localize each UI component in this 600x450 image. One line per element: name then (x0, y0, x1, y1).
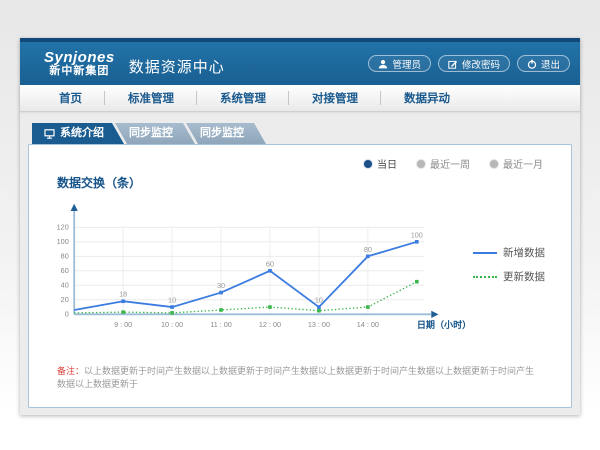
filter-radio-today[interactable]: 当日 (364, 156, 397, 171)
user-icon (378, 59, 388, 69)
svg-text:100: 100 (411, 230, 423, 239)
main-panel: 当日 最近一周 最近一月 数据交换（条） 0 20 40 60 80 100 120 9 : 00… (28, 144, 572, 408)
nav-item-label: 首页 (59, 90, 82, 106)
logout-button[interactable]: 退出 (517, 55, 570, 72)
nav-item-label: 数据异动 (404, 90, 450, 106)
nav-item-system-management[interactable]: 系统管理 (197, 85, 289, 111)
chart-area: 0 20 40 60 80 100 120 9 : 00 10 : 00 11 : 00 12 : … (29, 193, 571, 345)
action-label: 管理员 (392, 57, 421, 71)
action-label: 修改密码 (462, 57, 500, 71)
legend-swatch (473, 276, 497, 278)
tab-bar: 系统介绍 同步监控 同步监控 (28, 123, 572, 144)
brand-logo[interactable]: Synjones 新中新集团 (44, 50, 115, 77)
legend-item-1[interactable]: 更新数据 (473, 269, 567, 284)
nav-item-data-change[interactable]: 数据异动 (381, 85, 473, 111)
radio-icon (490, 160, 498, 168)
legend-label: 更新数据 (503, 269, 545, 284)
admin-user-button[interactable]: 管理员 (368, 55, 431, 72)
svg-text:60: 60 (61, 266, 69, 275)
action-label: 退出 (541, 57, 560, 71)
main-nav: 首页 标准管理 系统管理 对接管理 数据异动 (20, 85, 580, 112)
logo-subtext: 新中新集团 (44, 66, 115, 78)
legend-swatch (473, 252, 497, 254)
svg-text:120: 120 (57, 223, 69, 232)
browser-page: Synjones 新中新集团 数据资源中心 管理员修改密码退出 首页标准管理系统… (20, 38, 580, 415)
tab-system-intro[interactable]: 系统介绍 (32, 123, 124, 144)
filter-radio-last-week[interactable]: 最近一周 (417, 156, 470, 171)
nav-item-label: 标准管理 (128, 90, 174, 106)
content-area: 系统介绍 同步监控 同步监控 当日 最近一周 最近一月 数据交换（条） 0 20 40 60 8… (20, 112, 580, 408)
time-filter-group: 当日 最近一周 最近一月 (29, 145, 571, 171)
logo-text: Synjones (44, 50, 115, 66)
tab-label: 同步监控 (129, 123, 173, 144)
nav-item-home[interactable]: 首页 (36, 85, 105, 111)
app-header: Synjones 新中新集团 数据资源中心 管理员 修改密码 退出 (20, 38, 580, 85)
svg-text:100: 100 (57, 237, 69, 246)
change-password-button[interactable]: 修改密码 (438, 55, 510, 72)
svg-text:9 : 00: 9 : 00 (114, 320, 132, 329)
filter-radio-last-month[interactable]: 最近一月 (490, 156, 543, 171)
footnote: 备注：以上数据更新于时间产生数据以上数据更新于时间产生数据以上数据更新于时间产生… (57, 365, 543, 390)
legend-label: 新增数据 (503, 245, 545, 260)
svg-text:0: 0 (65, 310, 69, 319)
radio-label: 最近一周 (430, 156, 470, 171)
svg-text:10: 10 (315, 296, 323, 305)
nav-item-standard-management[interactable]: 标准管理 (105, 85, 197, 111)
tab-sync-monitor-1[interactable]: 同步监控 (115, 123, 195, 144)
radio-icon (417, 160, 425, 168)
svg-text:20: 20 (61, 295, 69, 304)
svg-text:60: 60 (266, 259, 274, 268)
svg-text:40: 40 (61, 281, 69, 290)
svg-text:12 : 00: 12 : 00 (259, 320, 281, 329)
chart-legend: 新增数据更新数据 (473, 193, 567, 345)
nav-item-docking-management[interactable]: 对接管理 (289, 85, 381, 111)
tab-label: 系统介绍 (60, 123, 104, 144)
radio-label: 当日 (377, 156, 397, 171)
nav-item-label: 系统管理 (220, 90, 266, 106)
power-icon (527, 59, 537, 69)
legend-item-0[interactable]: 新增数据 (473, 245, 567, 260)
tab-label: 同步监控 (200, 123, 244, 144)
footnote-label: 备注： (57, 366, 84, 376)
chart-y-axis-title: 数据交换（条） (57, 174, 571, 191)
svg-text:18: 18 (119, 290, 127, 299)
svg-text:11 : 00: 11 : 00 (210, 320, 232, 329)
svg-text:13 : 00: 13 : 00 (308, 320, 330, 329)
svg-text:10: 10 (168, 296, 176, 305)
tab-sync-monitor-2[interactable]: 同步监控 (186, 123, 266, 144)
svg-text:日期（小时）: 日期（小时） (417, 319, 471, 330)
header-actions: 管理员 修改密码 退出 (368, 55, 570, 72)
footnote-text: 以上数据更新于时间产生数据以上数据更新于时间产生数据以上数据更新于时间产生数据以… (57, 366, 534, 389)
edit-icon (448, 59, 458, 69)
line-chart: 0 20 40 60 80 100 120 9 : 00 10 : 00 11 : 00 12 : … (47, 193, 473, 345)
monitor-icon (44, 129, 55, 139)
page-title: 数据资源中心 (129, 56, 225, 77)
nav-item-label: 对接管理 (312, 90, 358, 106)
svg-text:30: 30 (217, 281, 225, 290)
svg-text:80: 80 (61, 252, 69, 261)
radio-icon (364, 160, 372, 168)
desktop-background: Synjones 新中新集团 数据资源中心 管理员修改密码退出 首页标准管理系统… (0, 0, 600, 450)
svg-text:10 : 00: 10 : 00 (161, 320, 183, 329)
radio-label: 最近一月 (503, 156, 543, 171)
svg-text:14 : 00: 14 : 00 (357, 320, 379, 329)
svg-text:80: 80 (364, 245, 372, 254)
